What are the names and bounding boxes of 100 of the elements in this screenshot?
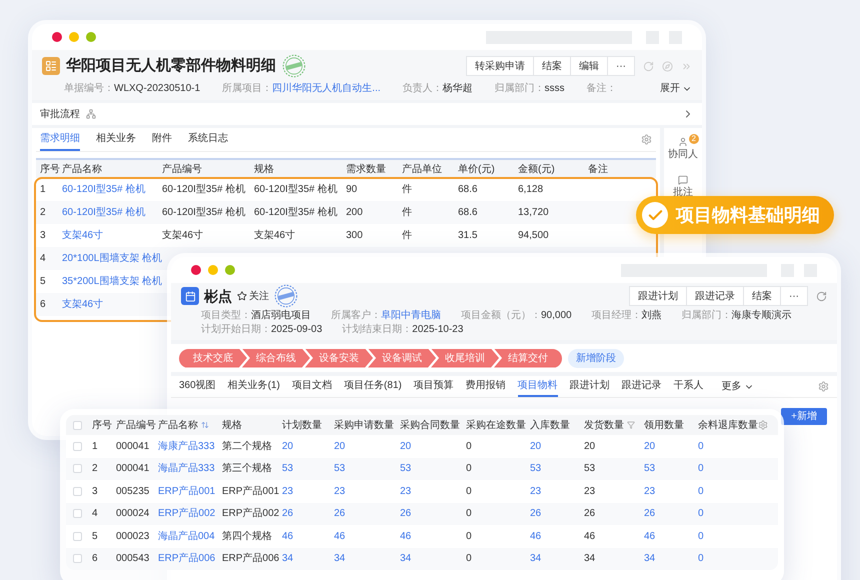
toolbar-button[interactable]: ··· [780, 286, 808, 306]
stage-step[interactable]: 结算交付 [494, 348, 562, 368]
compass-icon[interactable] [662, 60, 673, 72]
table-cell[interactable]: 34 [278, 551, 330, 566]
tab[interactable]: 干系人 [674, 376, 704, 397]
row-checkbox[interactable] [72, 442, 82, 451]
table-cell[interactable]: 23 [278, 484, 330, 499]
row-checkbox[interactable] [72, 464, 82, 474]
tab[interactable]: 360视图 [179, 376, 216, 397]
table-cell[interactable]: 20 [330, 438, 396, 454]
table-cell[interactable]: 0 [694, 438, 758, 454]
table-cell[interactable]: 海康产品333 [154, 438, 218, 454]
table-cell[interactable]: 0 [694, 484, 758, 499]
table-cell[interactable]: 26 [396, 506, 462, 522]
side-action[interactable]: 批注 [669, 172, 697, 200]
table-cell[interactable]: 53 [526, 461, 580, 476]
toolbar-button[interactable]: 跟进计划 [629, 286, 687, 306]
row-checkbox[interactable] [72, 420, 82, 430]
row-checkbox[interactable] [72, 554, 82, 564]
toolbar-button[interactable]: 结案 [533, 56, 571, 76]
table-cell[interactable]: 23 [640, 484, 694, 499]
table-cell[interactable]: ERP产品002 [154, 506, 218, 522]
table-cell[interactable]: 0 [694, 551, 758, 566]
table-cell[interactable]: 23 [396, 484, 462, 499]
settings-icon[interactable] [818, 381, 829, 392]
table-cell[interactable]: 0 [694, 506, 758, 522]
row-checkbox[interactable] [72, 509, 82, 518]
stage-step[interactable]: 设备调试 [368, 348, 436, 368]
toolbar-button[interactable]: 跟进记录 [686, 286, 744, 306]
toolbar-button[interactable]: 转采购申请 [466, 56, 534, 76]
settings-icon[interactable] [641, 134, 652, 145]
tab[interactable]: 项目任务(81) [344, 376, 402, 397]
stage-step[interactable]: 综合布线 [242, 348, 310, 368]
refresh-icon[interactable] [816, 290, 827, 302]
table-cell[interactable]: 23 [526, 484, 580, 499]
table-cell[interactable]: 20 [640, 438, 694, 454]
table-cell[interactable]: 34 [640, 551, 694, 566]
tab[interactable]: 项目文档 [292, 376, 332, 397]
table-cell[interactable]: 23 [330, 484, 396, 499]
table-cell[interactable]: 20 [278, 438, 330, 454]
sort-icon[interactable] [201, 421, 209, 429]
table-cell[interactable]: 46 [526, 528, 580, 544]
table-cell[interactable]: 53 [640, 461, 694, 476]
toolbar-button[interactable]: 结案 [743, 286, 781, 306]
table-cell[interactable]: 46 [278, 528, 330, 544]
table-cell[interactable]: 46 [396, 528, 462, 544]
stage-step[interactable]: 技术交底 [179, 348, 247, 368]
table-cell[interactable]: 支架46寸 [58, 297, 158, 312]
table-cell[interactable]: ERP产品006 [154, 551, 218, 566]
tab[interactable]: 附件 [152, 128, 172, 151]
stage-step[interactable]: 设备安装 [305, 348, 373, 368]
toolbar-button[interactable]: ··· [607, 56, 635, 76]
tab[interactable]: 相关业务 [96, 128, 136, 151]
more-tab[interactable]: 更多 [722, 376, 754, 397]
add-stage-button[interactable]: 新增阶段 [568, 348, 624, 368]
table-cell[interactable]: 34 [396, 551, 462, 566]
tab[interactable]: 需求明细 [40, 128, 80, 151]
add-button[interactable]: +新增 [781, 408, 827, 425]
table-cell[interactable]: 20 [526, 438, 580, 454]
table-cell[interactable]: 海晶产品333 [154, 461, 218, 476]
table-cell[interactable]: 53 [278, 461, 330, 476]
table-cell[interactable]: 34 [526, 551, 580, 566]
expand-link[interactable]: 展开 [660, 81, 692, 96]
table-cell[interactable]: 26 [526, 506, 580, 522]
meta-value[interactable]: 四川华阳无人机自动生... [272, 81, 381, 96]
table-cell[interactable]: 20 [396, 438, 462, 454]
side-action[interactable]: 协同人 2 [664, 134, 702, 162]
meta-value[interactable]: 阜阳中青电脑 [381, 309, 441, 322]
row-checkbox[interactable] [72, 532, 82, 541]
tab[interactable]: 系统日志 [188, 128, 228, 151]
filter-icon[interactable] [627, 421, 635, 429]
table-cell[interactable]: 支架46寸 [58, 228, 158, 243]
tab[interactable]: 相关业务(1) [228, 376, 280, 397]
tab[interactable]: 费用报销 [466, 376, 506, 397]
table-cell[interactable]: 46 [330, 528, 396, 544]
settings-icon[interactable] [758, 420, 768, 430]
chevrons-right-icon[interactable] [681, 60, 692, 72]
toolbar-button[interactable]: 编辑 [570, 56, 608, 76]
table-cell[interactable]: 26 [330, 506, 396, 522]
table-cell[interactable]: 海晶产品004 [154, 528, 218, 544]
tab[interactable]: 跟进计划 [570, 376, 610, 397]
stage-step[interactable]: 收尾培训 [431, 348, 499, 368]
table-cell[interactable]: 53 [330, 461, 396, 476]
tab[interactable]: 项目物料 [518, 376, 558, 397]
table-cell[interactable]: 53 [396, 461, 462, 476]
row-checkbox[interactable] [72, 486, 82, 496]
refresh-icon[interactable] [643, 60, 654, 72]
table-cell[interactable]: 60-120I型35# 枪机 [58, 182, 158, 197]
table-cell[interactable]: 60-120I型35# 枪机 [58, 205, 158, 220]
table-cell[interactable]: 46 [640, 528, 694, 544]
table-cell[interactable]: 0 [694, 461, 758, 476]
table-cell[interactable]: 0 [694, 528, 758, 544]
table-cell[interactable]: 26 [640, 506, 694, 522]
approval-bar[interactable]: 审批流程 [32, 103, 702, 125]
tab[interactable]: 项目预算 [414, 376, 454, 397]
table-cell[interactable]: 26 [278, 506, 330, 522]
table-cell[interactable]: ERP产品001 [154, 484, 218, 499]
table-cell[interactable]: 34 [330, 551, 396, 566]
follow-button[interactable]: 关注 [237, 288, 269, 304]
tab[interactable]: 跟进记录 [622, 376, 662, 397]
